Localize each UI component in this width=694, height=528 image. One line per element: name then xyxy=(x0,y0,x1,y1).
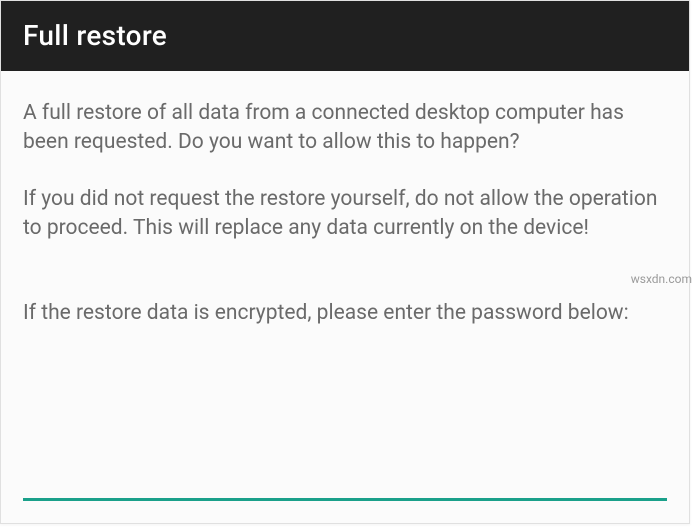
source-watermark: wsxdn.com xyxy=(631,272,692,286)
dialog-header: Full restore xyxy=(1,1,689,71)
dialog-title: Full restore xyxy=(23,19,167,52)
restore-description-1: A full restore of all data from a connec… xyxy=(23,99,667,157)
password-field-wrap xyxy=(23,463,667,501)
restore-description-2: If you did not request the restore yours… xyxy=(23,185,667,243)
dialog-container: Full restore A full restore of all data … xyxy=(0,0,690,524)
restore-description-3: If the restore data is encrypted, please… xyxy=(23,299,667,328)
dialog-content: A full restore of all data from a connec… xyxy=(1,71,689,328)
password-input[interactable] xyxy=(23,463,667,501)
